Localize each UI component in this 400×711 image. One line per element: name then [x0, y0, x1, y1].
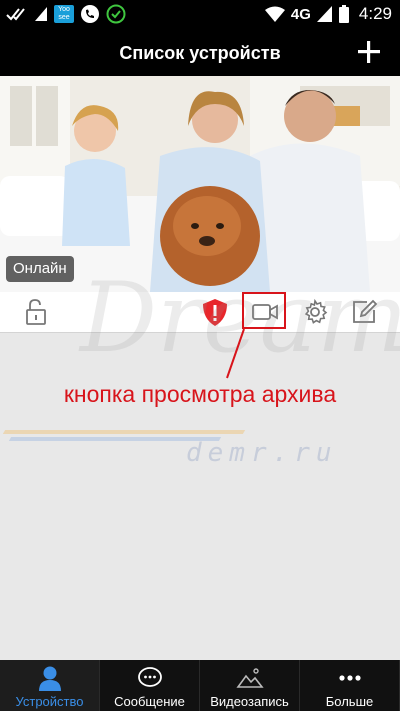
app-badge-line-1: Yoo [58, 6, 70, 13]
person-icon [38, 666, 61, 691]
signal-strength-icon [35, 7, 47, 21]
annotation-highlight-box [242, 292, 286, 329]
signal-icon [316, 6, 332, 22]
more-icon [338, 675, 361, 681]
plus-icon[interactable] [356, 39, 382, 65]
annotation-label: кнопка просмотра архива [63, 381, 337, 407]
nav-item-messages[interactable]: Сообщение [100, 660, 200, 711]
landscape-icon [235, 668, 264, 688]
clock: 4:29 [358, 4, 392, 23]
nav-item-recordings[interactable]: Видеозапись [200, 660, 300, 711]
watermark-logo: Dreamers [80, 262, 400, 374]
status-bar-right: 4G 4:29 [264, 4, 392, 24]
unlock-icon[interactable] [22, 297, 52, 327]
nav-item-label: Больше [325, 694, 374, 709]
network-type: 4G [290, 5, 311, 23]
bottom-navigation: Устройство Сообщение Видеозапись Больше [0, 660, 400, 711]
nav-item-label: Устройство [15, 694, 84, 709]
status-bar-left: Yoo see [6, 4, 126, 24]
watermark-stripe [2, 430, 246, 434]
double-check-icon [6, 8, 25, 21]
check-circle-icon [106, 4, 126, 24]
nav-item-devices[interactable]: Устройство [0, 660, 100, 711]
wifi-icon [264, 6, 285, 22]
phone-icon [81, 5, 99, 23]
battery-icon [338, 5, 349, 23]
nav-item-label: Сообщение [114, 694, 185, 709]
status-bar: Yoo see 4G 4:29 [0, 0, 400, 30]
status-badge: Онлайн [6, 256, 74, 282]
app-badge-line-2: see [58, 14, 70, 21]
nav-item-label: Видеозапись [210, 694, 289, 709]
nav-item-more[interactable]: Больше [300, 660, 400, 711]
header: Список устройств [0, 30, 400, 76]
page-title: Список устройств [119, 43, 281, 63]
chat-icon [137, 667, 162, 687]
watermark-site: demr.ru [186, 438, 338, 468]
app-icon: Yoo see [54, 5, 74, 23]
